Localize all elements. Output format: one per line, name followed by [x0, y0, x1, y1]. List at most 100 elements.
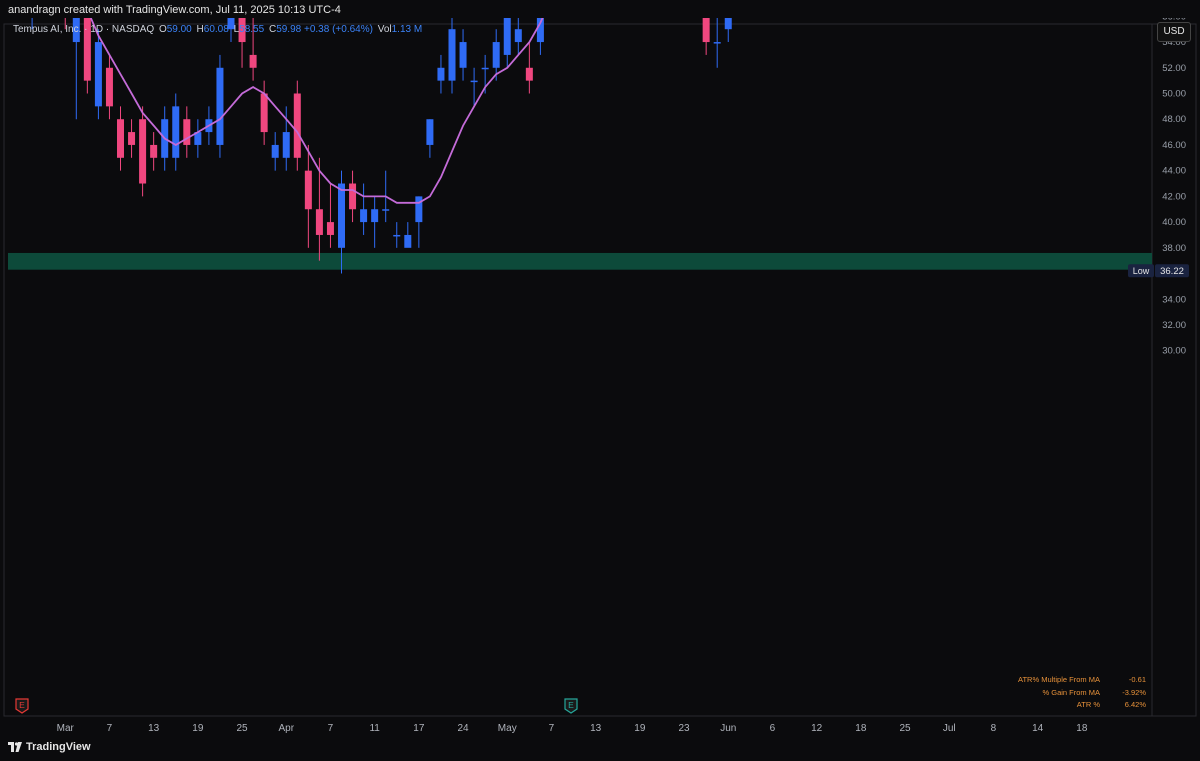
earnings-label: E: [568, 700, 574, 710]
x-tick-label: 7: [107, 723, 113, 734]
x-tick-label: 7: [549, 723, 555, 734]
candle-body: [371, 209, 379, 223]
y-tick-label: 46.00: [1162, 140, 1186, 151]
y-tick-label: 42.00: [1162, 191, 1186, 202]
x-tick-label: 19: [192, 723, 204, 734]
candle-body: [404, 234, 412, 248]
volume-label: Vol: [377, 24, 392, 35]
x-tick-label: 18: [855, 723, 867, 734]
candle-body: [338, 183, 345, 248]
candle-body: [514, 29, 522, 43]
candle-body: [448, 29, 456, 81]
x-tick-label: Jul: [943, 723, 956, 734]
candle-body: [94, 42, 102, 107]
candle-body: [216, 67, 224, 145]
candle-body: [304, 170, 312, 210]
candle-body: [525, 67, 533, 81]
x-tick-label: 25: [236, 723, 248, 734]
high-label: H: [196, 24, 204, 35]
low-value: 58.55: [239, 24, 265, 35]
y-tick-label: 30.00: [1162, 346, 1186, 357]
candle-body: [426, 119, 434, 145]
candle-body: [326, 222, 334, 235]
low-value-label: 36.22: [1160, 266, 1184, 277]
x-tick-label: 12: [811, 723, 823, 734]
stats-value: -3.92%: [1122, 687, 1146, 697]
candle-body: [393, 234, 401, 237]
candle-body: [481, 67, 489, 70]
x-tick-label: Jun: [720, 723, 736, 734]
candle-body: [315, 209, 323, 235]
x-tick-label: May: [498, 723, 517, 734]
candle-body: [459, 42, 467, 68]
y-tick-label: 48.00: [1162, 114, 1186, 125]
low-tag: Low: [1133, 266, 1150, 276]
candle-body: [117, 119, 124, 158]
candle-body: [492, 42, 500, 68]
candle-body: [271, 144, 279, 158]
x-tick-label: 19: [634, 723, 646, 734]
stats-value: -0.61: [1128, 675, 1146, 684]
candle-body: [183, 119, 191, 145]
stats-row: ATR% Multiple From MA -0.61: [1000, 674, 1146, 687]
x-tick-label: 7: [328, 723, 334, 734]
x-tick-label: 13: [148, 723, 160, 734]
earnings-marker-upcoming: E: [564, 698, 578, 714]
x-tick-label: Apr: [278, 723, 294, 734]
candle-body: [293, 93, 301, 158]
candle-body: [172, 106, 180, 158]
candle-body: [282, 132, 290, 158]
x-tick-label: 14: [1032, 723, 1044, 734]
x-tick-label: 25: [899, 723, 911, 734]
stats-table: ATR% Multiple From MA -0.61 % Gain From M…: [1000, 674, 1146, 712]
close-value: 59.98: [276, 24, 302, 35]
x-tick-label: 6: [770, 723, 776, 734]
stats-row: % Gain From MA -3.92%: [1000, 687, 1146, 700]
y-tick-label: 34.00: [1162, 294, 1186, 305]
y-tick-label: 44.00: [1162, 166, 1186, 177]
price-chart[interactable]: 82.0080.0078.0076.0074.0072.0070.0068.00…: [0, 18, 1200, 737]
candle-body: [349, 183, 357, 210]
candle-body: [150, 144, 158, 158]
candle-body: [360, 209, 368, 223]
stats-row: ATR % 6.42%: [1000, 699, 1146, 712]
y-tick-label: 32.00: [1162, 320, 1186, 331]
volume-value: 1.13 M: [391, 24, 423, 35]
open-value: 59.00: [166, 24, 192, 35]
candle-body: [415, 196, 423, 223]
x-tick-label: 13: [590, 723, 602, 734]
candle-body: [128, 132, 136, 145]
y-tick-label: 50.00: [1162, 89, 1186, 100]
candle-body: [249, 54, 257, 68]
tradingview-logo[interactable]: TradingView: [8, 741, 91, 753]
candle-body: [139, 119, 147, 184]
x-tick-label: 8: [991, 723, 997, 734]
symbol-name: Tempus AI, Inc. · 1D · NASDAQ: [13, 24, 155, 35]
support-zone: [8, 252, 1152, 270]
x-tick-label: Mar: [57, 723, 75, 734]
chart-frame: [3, 23, 1197, 717]
candle-body: [470, 80, 478, 83]
candle-body: [724, 18, 732, 30]
x-tick-label: 11: [369, 723, 380, 734]
candle-body: [437, 67, 445, 81]
y-tick-label: 40.00: [1162, 217, 1186, 228]
earnings-label: E: [19, 700, 25, 710]
earnings-marker-past: E: [15, 698, 29, 714]
change-value: +0.38 (+0.64%): [304, 24, 373, 35]
stats-label: ATR% Multiple From MA: [1018, 675, 1100, 684]
candle-body: [503, 18, 511, 55]
candle-body: [105, 67, 113, 107]
y-tick-label: 52.00: [1162, 63, 1186, 74]
moving-average-line: [89, 18, 544, 204]
open-label: O: [158, 24, 167, 35]
candle-body: [702, 18, 710, 43]
footer: TradingView: [0, 737, 1200, 761]
tradingview-icon: [8, 742, 22, 752]
candle-body: [260, 93, 268, 133]
tradingview-brand: TradingView: [26, 741, 91, 753]
x-tick-label: 24: [457, 723, 469, 734]
x-tick-label: 17: [413, 723, 425, 734]
currency-button[interactable]: USD: [1157, 22, 1191, 42]
stats-label: % Gain From MA: [1042, 687, 1100, 697]
